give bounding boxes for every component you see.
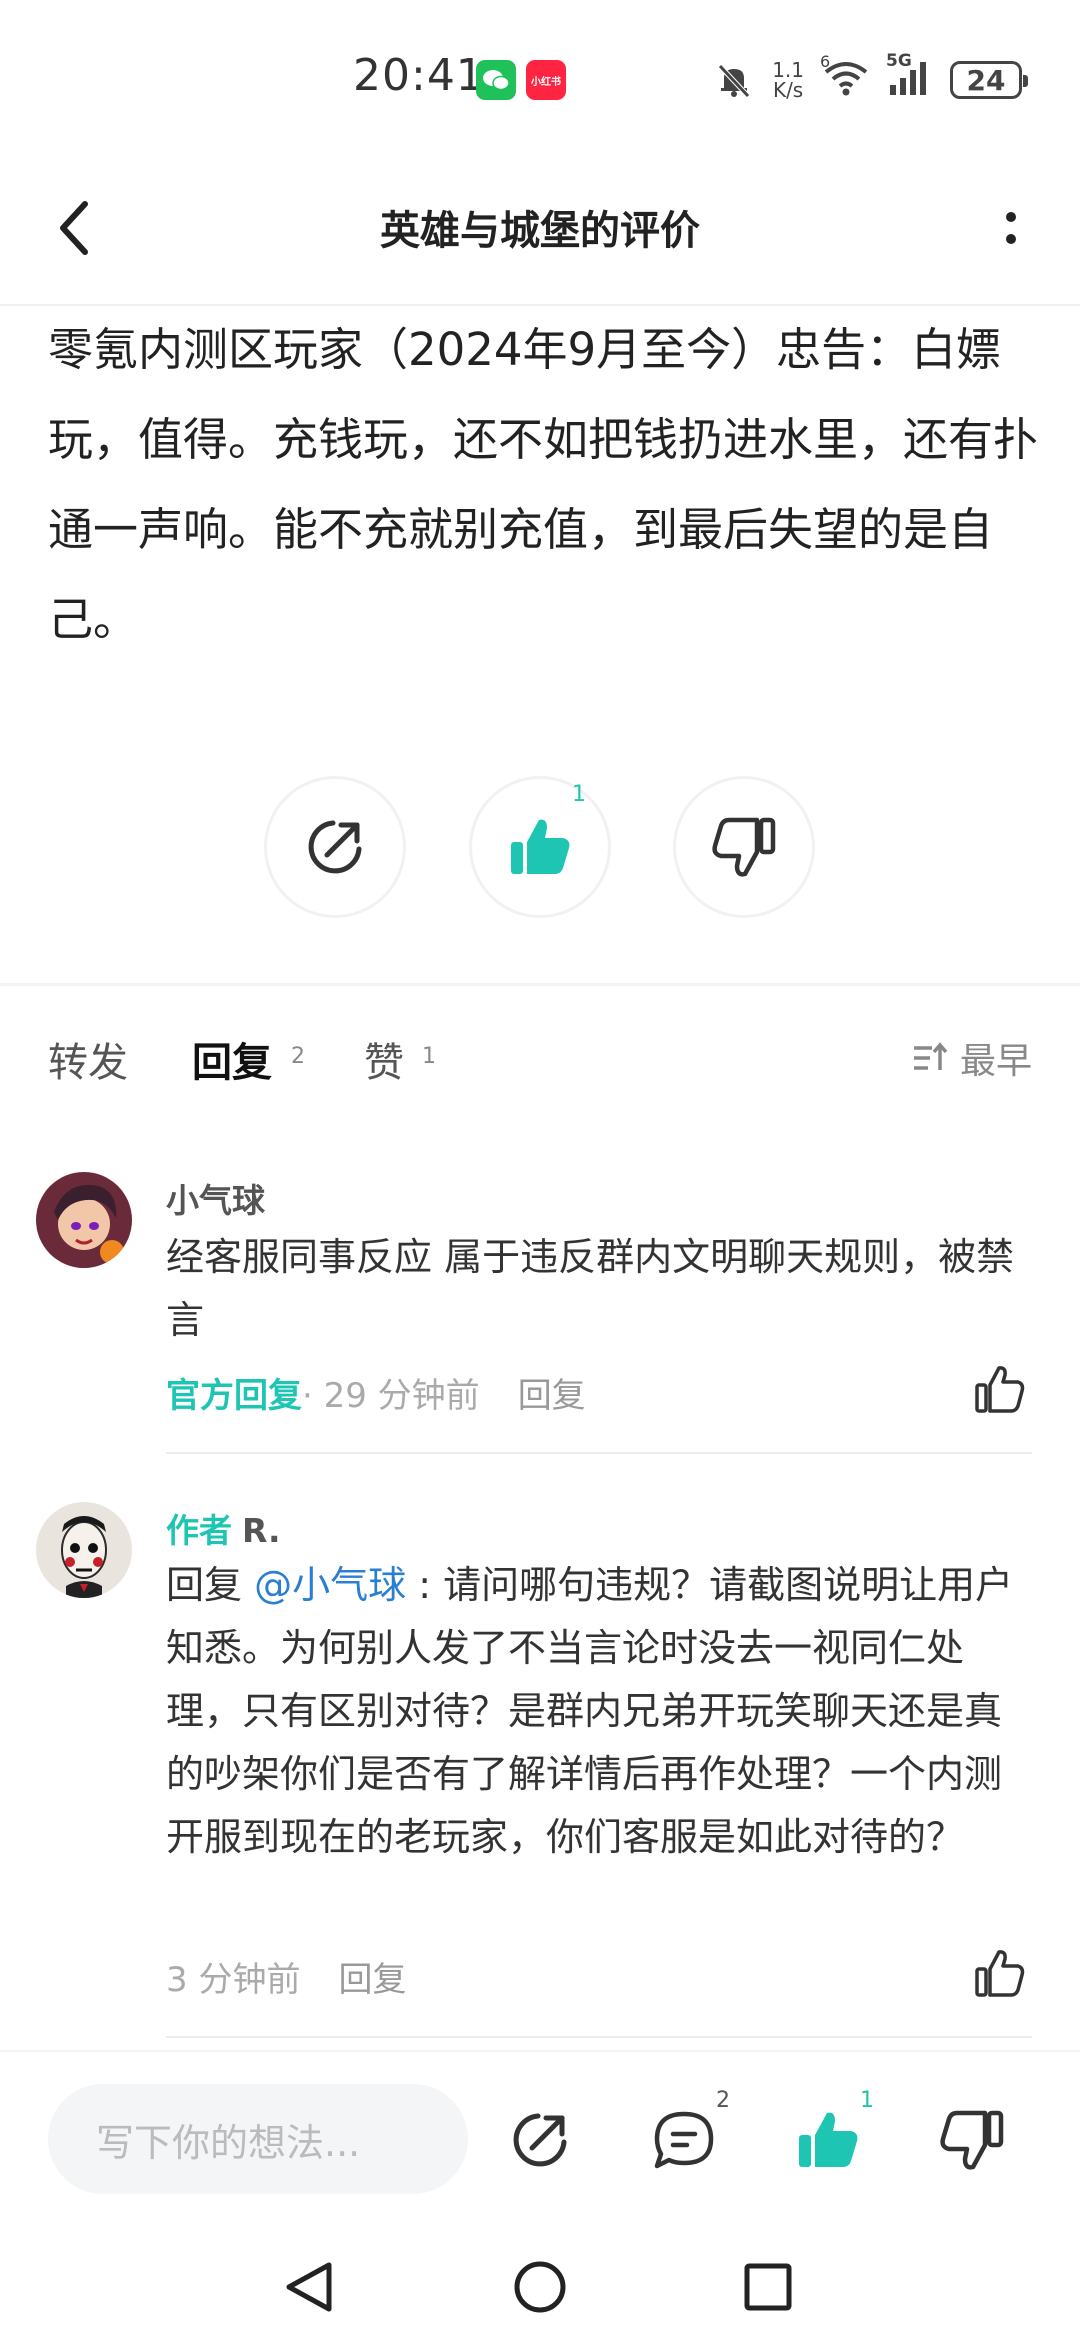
sort-label: 最早 (959, 1041, 1032, 1082)
mention-link[interactable]: @小气球 (254, 1563, 406, 1607)
thumbs-up-icon (975, 1950, 1025, 1997)
nav-recents-button[interactable] (733, 2252, 803, 2322)
app-header: 英雄与城堡的评价 (0, 150, 1080, 306)
share-button[interactable] (264, 776, 406, 918)
triangle-back-icon (286, 2262, 332, 2312)
comment-author-name: R. (242, 1511, 281, 1550)
thumbs-up-filled-icon (799, 2112, 858, 2167)
square-recents-icon (744, 2263, 792, 2311)
tab-reply[interactable]: 回复 (192, 1030, 272, 1088)
tab-likes-count: 1 (422, 1044, 436, 1069)
status-time: 20:41 (353, 50, 485, 101)
comment-like-button[interactable] (970, 1944, 1030, 2004)
comment-text: 回复 @小气球 : 请问哪句违规？请截图说明让用户知悉。为何别人发了不当言论时没… (166, 1554, 1026, 1869)
avatar[interactable] (36, 1172, 132, 1268)
tab-forward[interactable]: 转发 (48, 1030, 128, 1088)
like-count: 1 (572, 782, 586, 807)
comment-count: 2 (716, 2088, 730, 2113)
tab-reply-count: 2 (291, 1044, 305, 1069)
dislike-button[interactable] (673, 776, 815, 918)
comment-meta: 3 分钟前 回复 (166, 1952, 406, 2001)
signal-icon: 5G (886, 51, 932, 101)
wechat-icon (476, 60, 516, 100)
sort-icon (913, 1042, 948, 1070)
system-nav-bar (0, 2230, 1080, 2340)
section-divider (0, 983, 1080, 986)
nav-back-button[interactable] (274, 2252, 344, 2322)
more-vertical-icon (1006, 212, 1016, 244)
comment-author[interactable]: 作者 R. (166, 1504, 281, 1552)
circle-home-icon (514, 2261, 566, 2313)
review-text: 零氪内测区玩家（2024年9月至今）忠告：白嫖玩，值得。充钱玩，还不如把钱扔进水… (48, 323, 1039, 646)
share-button[interactable] (492, 2092, 588, 2188)
comment-bubble-icon (654, 2111, 714, 2169)
battery-icon: 24 (950, 61, 1028, 99)
comment-author[interactable]: 小气球 (166, 1174, 265, 1222)
comment-time: · 29 分钟前 (302, 1376, 480, 1416)
bottom-action-bar: 写下你的想法... 2 1 (0, 2050, 1080, 2230)
page-title: 英雄与城堡的评价 (380, 208, 700, 254)
tab-likes[interactable]: 赞 (364, 1030, 404, 1088)
comment-input[interactable]: 写下你的想法... (48, 2084, 468, 2194)
comment-separator (166, 2036, 1032, 2038)
like-button[interactable] (469, 776, 611, 918)
reply-link[interactable]: 回复 (338, 1952, 406, 2001)
comment-meta: 官方回复 · 29 分钟前 回复 (166, 1368, 586, 1417)
thumbs-up-filled-icon (511, 819, 570, 874)
official-reply-badge: 官方回复 (166, 1376, 302, 1416)
status-right: 1.1 K/s 6 5G 24 (714, 51, 1028, 104)
reply-prefix: 回复 (166, 1563, 255, 1607)
thumbs-down-icon (712, 817, 776, 877)
xiaohongshu-icon: 小红书 (526, 60, 566, 100)
tab-bar: 转发 回复 2 赞 1 最早 (0, 1020, 1080, 1110)
comment-time: 3 分钟前 (166, 1960, 301, 2000)
author-badge: 作者 (166, 1511, 232, 1550)
avatar[interactable] (36, 1502, 132, 1598)
bell-muted-icon (718, 64, 751, 98)
sort-button[interactable]: 最早 (912, 1032, 1032, 1084)
reply-link[interactable]: 回复 (518, 1368, 586, 1417)
thumbs-up-icon (975, 1366, 1025, 1413)
comment-like-button[interactable] (970, 1360, 1030, 1420)
dislike-button[interactable] (924, 2092, 1020, 2188)
status-bar: 20:41 小红书 1.1 K/s 6 5G 24 (0, 0, 1080, 150)
more-button[interactable] (986, 196, 1036, 260)
nav-home-button[interactable] (505, 2252, 575, 2322)
comment-body: : 请问哪句违规？请截图说明让用户知悉。为何别人发了不当言论时没去一视同仁处理，… (166, 1563, 1014, 1859)
share-icon (308, 820, 362, 874)
comment-separator (166, 1452, 1032, 1454)
share-icon (513, 2113, 567, 2167)
like-count: 1 (860, 2088, 874, 2113)
network-speed: 1.1 K/s (772, 58, 804, 102)
wifi-icon: 6 (820, 52, 870, 102)
comment-text: 经客服同事反应 属于违反群内文明聊天规则，被禁言 (166, 1235, 1015, 1342)
review-actions (0, 776, 1080, 922)
thumbs-down-icon (940, 2110, 1004, 2170)
